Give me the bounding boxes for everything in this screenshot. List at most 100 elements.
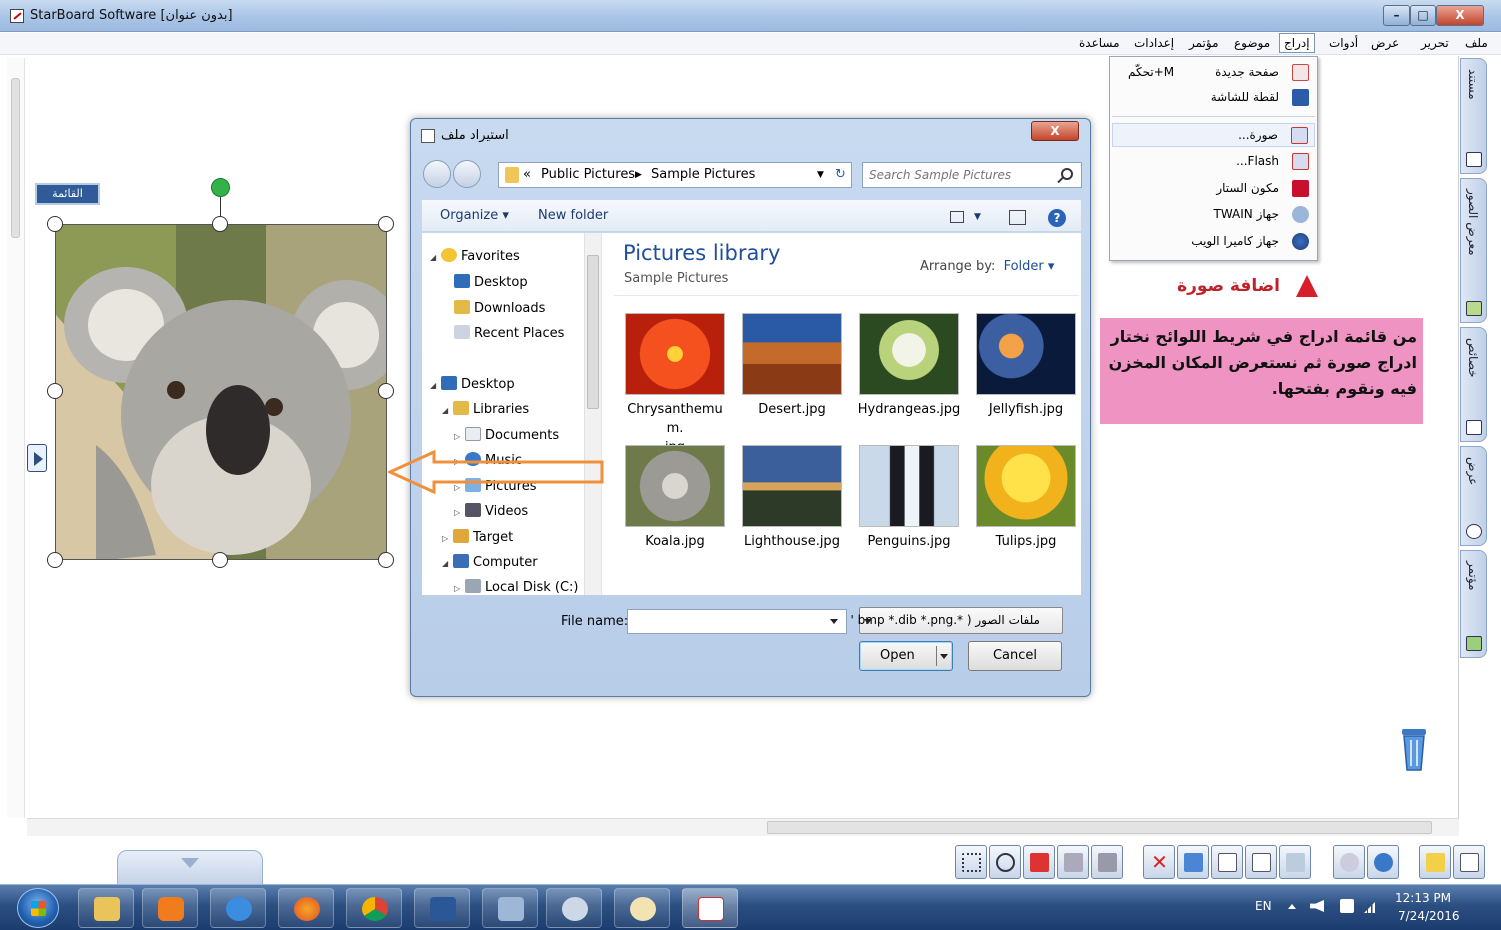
list-tab[interactable]: القائمة — [35, 183, 100, 205]
search-box[interactable] — [862, 162, 1082, 188]
tree-item-videos[interactable]: ▷ Videos — [454, 503, 528, 519]
resize-handle-top-right[interactable] — [378, 216, 394, 232]
cancel-button[interactable]: Cancel — [968, 641, 1062, 671]
tab-conference[interactable]: مؤتمر — [1460, 550, 1487, 658]
menu-settings[interactable]: إعدادات — [1131, 35, 1177, 51]
preview-pane-icon[interactable] — [1009, 210, 1026, 225]
new-folder-button[interactable]: New folder — [538, 208, 608, 223]
tree-item-desktop-fav[interactable]: Desktop — [454, 274, 528, 290]
search-icon[interactable] — [1061, 168, 1073, 180]
menu-item-new-page[interactable]: صفحة جديدة تحكّم+M — [1112, 61, 1315, 85]
navigation-scroll-thumb[interactable] — [587, 255, 599, 409]
paste-icon[interactable] — [1245, 845, 1277, 879]
resize-handle-left[interactable] — [47, 383, 63, 399]
screen-icon[interactable] — [482, 888, 538, 928]
file-name-dropdown-icon[interactable] — [830, 619, 838, 624]
breadcrumb-overflow[interactable]: « — [523, 167, 531, 182]
flip-icon[interactable] — [1023, 845, 1055, 879]
select-area-icon[interactable] — [955, 845, 987, 879]
delete-icon[interactable]: ✕ — [1143, 845, 1175, 879]
menu-edit[interactable]: تحرير — [1418, 35, 1452, 51]
file-name-input[interactable] — [631, 612, 821, 631]
help-icon[interactable]: ? — [1048, 209, 1066, 227]
dialog-close-button[interactable]: X — [1031, 121, 1079, 141]
redo-icon[interactable] — [1367, 845, 1399, 879]
menu-item-flash[interactable]: Flash... — [1112, 150, 1315, 174]
firefox-icon[interactable] — [278, 888, 334, 928]
pointer-icon[interactable] — [1419, 845, 1451, 879]
tree-item-libraries[interactable]: ◢ Libraries — [442, 401, 529, 417]
file-name-field[interactable] — [627, 609, 847, 634]
bring-front-icon[interactable] — [1057, 845, 1089, 879]
inserted-koala-image[interactable] — [55, 224, 387, 560]
language-indicator[interactable]: EN — [1255, 899, 1272, 913]
horizontal-scrollbar[interactable] — [27, 818, 1459, 836]
menu-tools[interactable]: أدوات — [1326, 35, 1361, 51]
clock-date[interactable]: 7/24/2016 — [1398, 909, 1460, 923]
file-thumbnail[interactable]: Tulips.jpg — [971, 445, 1083, 573]
search-input[interactable] — [867, 166, 1052, 184]
file-thumbnail[interactable]: Hydrangeas.jpg — [854, 313, 966, 441]
resize-handle-bottom-left[interactable] — [47, 552, 63, 568]
file-type-filter[interactable]: ملفات الصور ( *.bmp *.dib *.png ' — [851, 607, 1063, 634]
navigation-pane-scrollbar[interactable] — [584, 233, 601, 595]
clock-time[interactable]: 12:13 PM — [1395, 891, 1451, 905]
resize-handle-right[interactable] — [378, 383, 394, 399]
add-pointer-icon[interactable] — [1453, 845, 1485, 879]
show-hidden-icons-icon[interactable] — [1288, 904, 1296, 909]
resize-handle-top-left[interactable] — [47, 216, 63, 232]
tree-item-downloads[interactable]: Downloads — [454, 300, 545, 316]
cut-icon[interactable] — [1279, 845, 1311, 879]
menu-view[interactable]: عرض — [1368, 35, 1402, 51]
paint-icon[interactable] — [614, 888, 670, 928]
rotate-handle[interactable] — [211, 178, 230, 197]
file-thumbnail[interactable]: Desert.jpg — [737, 313, 849, 441]
tree-item-computer[interactable]: ◢ Computer — [442, 554, 538, 570]
undo-icon[interactable] — [1333, 845, 1365, 879]
network-signal-icon[interactable] — [1364, 899, 1378, 913]
maximize-button[interactable]: □ — [1410, 5, 1436, 26]
tree-item-favorites[interactable]: ◢ Favorites — [430, 248, 520, 264]
file-thumbnail[interactable]: Jellyfish.jpg — [971, 313, 1083, 441]
menu-item-star-component[interactable]: مكون الستار — [1112, 177, 1315, 201]
forward-button[interactable] — [453, 160, 481, 188]
address-dropdown-icon[interactable]: ▼ — [817, 170, 824, 180]
resize-handle-bottom-right[interactable] — [378, 552, 394, 568]
menu-item-twain[interactable]: جهاز TWAIN — [1112, 203, 1315, 227]
menu-conference[interactable]: مؤتمر — [1186, 35, 1222, 51]
menu-insert[interactable]: إدراج — [1279, 33, 1315, 53]
chrome-icon[interactable] — [346, 888, 402, 928]
organize-button[interactable]: Organize ▾ — [440, 208, 509, 223]
tree-item-local-disk[interactable]: ▷ Local Disk (C:) — [454, 579, 578, 595]
menu-item-webcam[interactable]: جهاز كاميرا الويب — [1112, 230, 1315, 254]
tab-document[interactable]: مستند — [1460, 58, 1487, 174]
view-options-icon[interactable] — [950, 211, 964, 223]
arrange-by[interactable]: Arrange by: Folder ▾ — [920, 259, 1054, 274]
rotate-icon[interactable] — [989, 845, 1021, 879]
file-thumbnail[interactable]: Chrysanthemum.jpg — [620, 313, 732, 455]
close-button[interactable]: X — [1436, 5, 1484, 26]
tree-item-target[interactable]: ▷ Target — [442, 529, 513, 545]
trash-bin-icon[interactable] — [1400, 727, 1428, 772]
menu-theme[interactable]: موضوع — [1231, 35, 1273, 51]
menu-file[interactable]: ملف — [1462, 35, 1491, 51]
copy-icon[interactable] — [1211, 845, 1243, 879]
tab-gallery[interactable]: معرض الصور — [1460, 178, 1487, 323]
address-bar[interactable]: « Public Pictures ▶ Sample Pictures ▼ — [498, 162, 833, 188]
file-thumbnail[interactable]: Lighthouse.jpg — [737, 445, 849, 573]
internet-explorer-icon[interactable] — [210, 888, 266, 928]
horizontal-scroll-thumb[interactable] — [767, 821, 1432, 834]
menu-item-picture[interactable]: صورة... — [1112, 123, 1315, 147]
vertical-scrollbar[interactable] — [7, 58, 25, 818]
send-back-icon[interactable] — [1091, 845, 1123, 879]
breadcrumb-public-pictures[interactable]: Public Pictures — [541, 167, 635, 182]
file-thumbnail[interactable]: Koala.jpg — [620, 445, 732, 573]
arrange-by-dropdown[interactable]: Folder ▾ — [1004, 259, 1055, 274]
resize-handle-top[interactable] — [212, 216, 228, 232]
file-thumbnail[interactable]: Penguins.jpg — [854, 445, 966, 573]
resize-handle-bottom[interactable] — [212, 552, 228, 568]
view-dropdown-icon[interactable]: ▼ — [974, 212, 981, 222]
page-sorter-tab[interactable] — [117, 850, 263, 884]
word-icon[interactable] — [414, 888, 470, 928]
tree-item-desktop[interactable]: ◢ Desktop — [430, 376, 515, 392]
